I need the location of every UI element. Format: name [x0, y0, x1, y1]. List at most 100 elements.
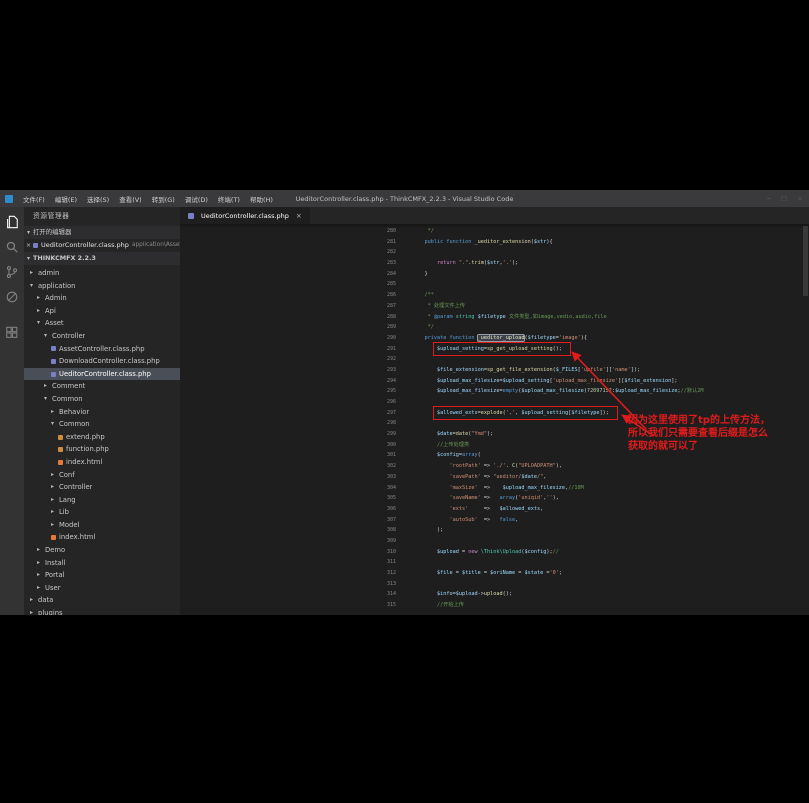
tree-item[interactable]: ▸Controller — [24, 481, 180, 494]
open-editor-item[interactable]: × UeditorController.class.php applicatio… — [24, 239, 180, 252]
tree-item[interactable]: ▸admin — [24, 267, 180, 280]
close-tab-icon[interactable]: × — [296, 212, 302, 220]
open-editors-section[interactable]: ▾ 打开的编辑器 — [24, 226, 180, 239]
tree-item[interactable]: ▸Conf — [24, 469, 180, 482]
chevron-right-icon: ▸ — [44, 380, 52, 393]
tree-item[interactable]: ▸Lib — [24, 506, 180, 519]
tree-item-label: application — [38, 280, 76, 293]
annotation-line: 因为这里使用了tp的上传方法， — [628, 414, 770, 427]
code-line: 306 'exts' => $allowed_exts, — [180, 504, 809, 515]
code-line: 304 'maxSize' => $upload_max_filesize,//… — [180, 483, 809, 494]
line-number: 282 — [180, 247, 405, 258]
chevron-down-icon: ▾ — [51, 418, 59, 431]
tree-item[interactable]: ▾Controller — [24, 330, 180, 343]
tree-item-label: UeditorController.class.php — [59, 368, 151, 381]
line-number: 308 — [180, 525, 405, 536]
chevron-right-icon: ▸ — [51, 469, 59, 482]
tree-item[interactable]: ▸Install — [24, 557, 180, 570]
menu-item[interactable]: 编辑(E) — [50, 194, 82, 204]
menu-item[interactable]: 转到(G) — [147, 194, 180, 204]
tree-item[interactable]: ▸Model — [24, 519, 180, 532]
tree-item[interactable]: ▸Portal — [24, 569, 180, 582]
code-text: 'maxSize' => $upload_max_filesize,//10M — [405, 483, 584, 494]
tree-item[interactable]: ▾Common — [24, 418, 180, 431]
code-text: * 处理文件上传 — [405, 301, 465, 312]
code-line: 288 * @param string $filetype 文件类型,如imag… — [180, 312, 809, 323]
chevron-right-icon: ▸ — [37, 544, 45, 557]
code-view[interactable]: 280 */281 public function _ueditor_exten… — [180, 224, 809, 615]
code-line: 287 * 处理文件上传 — [180, 301, 809, 312]
menu-item[interactable]: 选择(S) — [82, 194, 114, 204]
tree-item-label: Conf — [59, 469, 75, 482]
code-line: 309 — [180, 536, 809, 547]
code-line: 281 public function _ueditor_extension($… — [180, 237, 809, 248]
menu-item[interactable]: 查看(V) — [114, 194, 147, 204]
tree-item[interactable]: ▸plugins — [24, 607, 180, 615]
tab-ueditorcontroller[interactable]: UeditorController.class.php × — [180, 207, 310, 224]
chevron-right-icon: ▸ — [37, 292, 45, 305]
menu-item[interactable]: 文件(F) — [18, 194, 50, 204]
line-number: 310 — [180, 547, 405, 558]
code-line: 310 $upload = new \Think\Upload($config)… — [180, 547, 809, 558]
tree-item[interactable]: ▸Lang — [24, 494, 180, 507]
tree-item[interactable]: ▸Behavior — [24, 406, 180, 419]
close-window-button[interactable]: × — [797, 195, 803, 203]
code-line: 314 $info=$upload->upload(); — [180, 589, 809, 600]
tree-item[interactable]: UeditorController.class.php — [24, 368, 180, 381]
tree-item[interactable]: index.html — [24, 531, 180, 544]
code-line: 293 $file_extension=sp_get_file_extensio… — [180, 365, 809, 376]
debug-icon[interactable] — [5, 290, 19, 304]
tree-item[interactable]: ▾application — [24, 280, 180, 293]
tree-item[interactable]: ▸Admin — [24, 292, 180, 305]
tree-item[interactable]: ▾Common — [24, 393, 180, 406]
tree-item[interactable]: DownloadController.class.php — [24, 355, 180, 368]
editor-scrollbar[interactable] — [803, 226, 808, 296]
code-line: 312 $file = $title = $oriName = $state =… — [180, 568, 809, 579]
tree-item[interactable]: ▾Asset — [24, 317, 180, 330]
tree-item-label: Controller — [59, 481, 92, 494]
chevron-right-icon: ▸ — [51, 481, 59, 494]
menu-item[interactable]: 调试(D) — [180, 194, 213, 204]
tree-item-label: Common — [52, 393, 83, 406]
tree-item-label: User — [45, 582, 61, 595]
code-text — [405, 354, 412, 365]
tree-item[interactable]: ▸User — [24, 582, 180, 595]
tree-item-label: Demo — [45, 544, 65, 557]
code-text — [405, 557, 412, 568]
tree-item[interactable]: ▸data — [24, 594, 180, 607]
tree-item[interactable]: index.html — [24, 456, 180, 469]
php-file-icon — [188, 213, 194, 219]
menu-item[interactable]: 终端(T) — [213, 194, 245, 204]
tree-item-label: Lang — [59, 494, 76, 507]
maximize-button[interactable]: ☐ — [781, 195, 787, 203]
close-icon[interactable]: × — [24, 239, 33, 252]
extensions-icon[interactable] — [5, 326, 19, 340]
search-icon[interactable] — [5, 240, 19, 254]
tree-item[interactable]: ▸Api — [24, 305, 180, 318]
tree-item[interactable]: AssetController.class.php — [24, 343, 180, 356]
source-control-icon[interactable] — [5, 265, 19, 279]
open-editor-path: application\Asset... — [132, 239, 180, 252]
tree-item-label: extend.php — [66, 431, 105, 444]
tree-item-label: index.html — [66, 456, 102, 469]
php-file-icon — [51, 359, 56, 364]
php2-file-icon — [58, 447, 63, 452]
line-number: 285 — [180, 279, 405, 290]
code-text: $config=array( — [405, 450, 481, 461]
chevron-right-icon: ▸ — [37, 582, 45, 595]
chevron-down-icon: ▾ — [30, 280, 38, 293]
code-line: 307 'autoSub' => false, — [180, 515, 809, 526]
tree-item[interactable]: ▸Comment — [24, 380, 180, 393]
code-text: //上传处理类 — [405, 440, 469, 451]
minimize-button[interactable]: ─ — [767, 195, 771, 203]
tree-item[interactable]: ▸Demo — [24, 544, 180, 557]
line-number: 280 — [180, 226, 405, 237]
project-section[interactable]: ▾ THINKCMFX 2.2.3 — [24, 252, 180, 265]
tree-item[interactable]: function.php — [24, 443, 180, 456]
line-number: 292 — [180, 354, 405, 365]
tree-item[interactable]: extend.php — [24, 431, 180, 444]
explorer-icon[interactable] — [5, 215, 19, 229]
menu-item[interactable]: 帮助(H) — [245, 194, 278, 204]
tree-item-label: Asset — [45, 317, 64, 330]
title-bar: 文件(F)编辑(E)选择(S)查看(V)转到(G)调试(D)终端(T)帮助(H)… — [0, 190, 809, 207]
